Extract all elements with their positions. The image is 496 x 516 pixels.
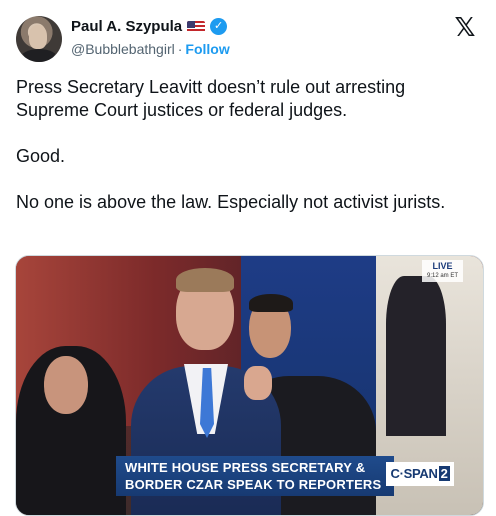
avatar-shirt bbox=[20, 49, 58, 62]
cspan-logo-number: 2 bbox=[438, 466, 450, 481]
background-person-right bbox=[386, 276, 446, 436]
tweet-paragraph: Press Secretary Leavitt doesn’t rule out… bbox=[16, 77, 406, 120]
follow-button[interactable]: Follow bbox=[185, 41, 229, 57]
tweet-text: Press Secretary Leavitt doesn’t rule out… bbox=[16, 76, 482, 237]
cspan-logo: C·SPAN 2 bbox=[386, 462, 454, 486]
man-seated-hair bbox=[249, 294, 293, 312]
verified-badge-icon: ✓ bbox=[210, 18, 228, 35]
reporter-hand bbox=[244, 366, 272, 400]
tweet-card: Paul A. Szypula ✓ @Bubblebathgirl · Foll… bbox=[0, 0, 496, 516]
avatar[interactable] bbox=[16, 16, 62, 62]
tweet-media-image[interactable]: LIVE 9:12 am ET WHITE HOUSE PRESS SECRET… bbox=[15, 255, 484, 516]
reporter-hair bbox=[176, 268, 234, 292]
separator-dot: · bbox=[177, 41, 183, 57]
live-badge: LIVE 9:12 am ET bbox=[421, 260, 463, 282]
tweet-paragraph: Good. bbox=[16, 146, 66, 166]
chyron-line-1: WHITE HOUSE PRESS SECRETARY & bbox=[125, 460, 366, 475]
author-display-name[interactable]: Paul A. Szypula bbox=[71, 18, 182, 35]
author-handle[interactable]: @Bubblebathgirl bbox=[71, 41, 175, 57]
chyron-line-2: BORDER CZAR SPEAK TO REPORTERS bbox=[125, 477, 382, 492]
author-handle-row: @Bubblebathgirl · Follow bbox=[71, 41, 230, 57]
news-chyron: WHITE HOUSE PRESS SECRETARY & BORDER CZA… bbox=[116, 456, 394, 496]
woman-left-face bbox=[44, 356, 88, 414]
live-time: 9:12 am ET bbox=[426, 273, 458, 279]
author-name-row: Paul A. Szypula ✓ bbox=[71, 18, 228, 35]
us-flag-icon bbox=[187, 20, 206, 33]
cspan-logo-text: C·SPAN bbox=[390, 466, 438, 481]
x-logo-icon[interactable]: 𝕏 bbox=[452, 14, 478, 40]
avatar-face bbox=[29, 25, 47, 49]
live-label: LIVE bbox=[432, 261, 453, 271]
tweet-paragraph: No one is above the law. Especially not … bbox=[16, 192, 446, 212]
